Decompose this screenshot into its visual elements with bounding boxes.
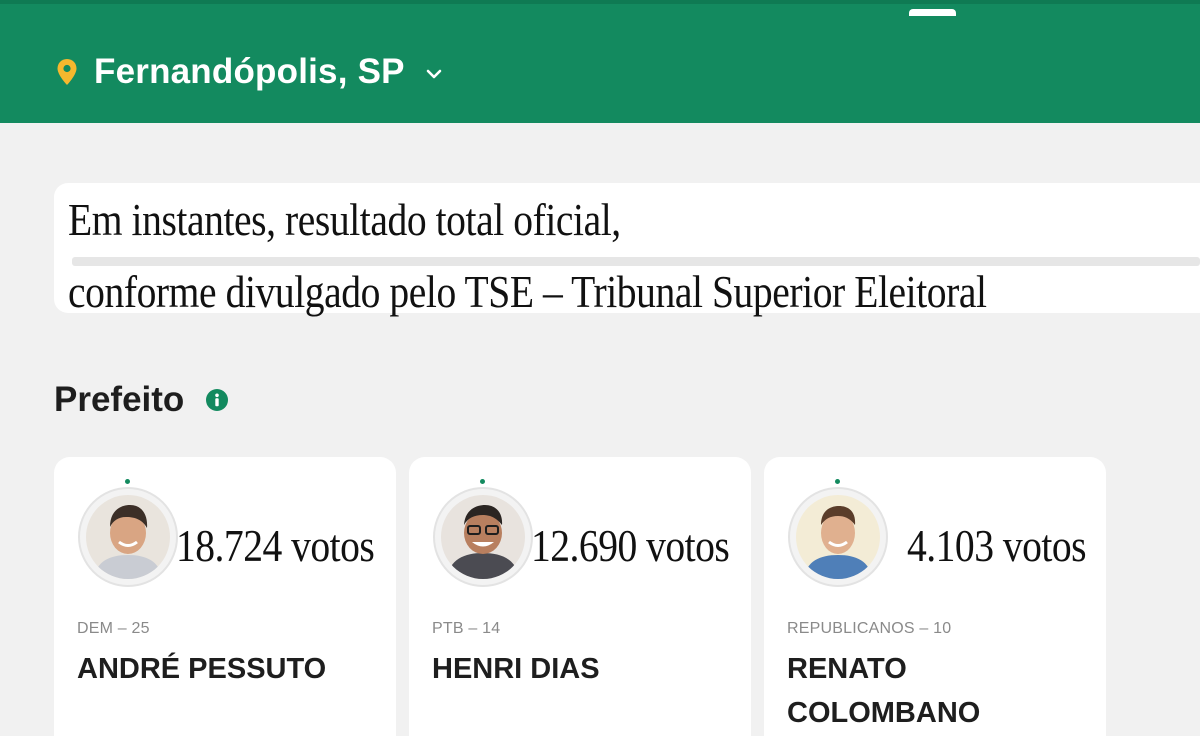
party-label: DEM – 25 xyxy=(77,620,150,637)
status-dot xyxy=(835,479,840,484)
location-name: Fernandópolis, SP xyxy=(94,52,405,91)
status-dot xyxy=(125,479,130,484)
candidate-card[interactable]: 12.690 votos PTB – 14 HENRI DIAS xyxy=(409,457,751,736)
section-header: Prefeito xyxy=(54,380,229,420)
party-label: PTB – 14 xyxy=(432,620,501,637)
location-selector[interactable]: Fernandópolis, SP xyxy=(56,48,443,96)
candidate-photo-image xyxy=(796,495,880,579)
candidate-name: ANDRÉ PESSUTO xyxy=(77,653,327,685)
map-pin-icon xyxy=(57,59,77,85)
candidate-photo-image xyxy=(86,495,170,579)
candidate-card[interactable]: 18.724 votos DEM – 25 ANDRÉ PESSUTO xyxy=(54,457,396,736)
top-bar-tab-indicator xyxy=(909,9,956,16)
candidate-photo xyxy=(788,487,888,587)
notice-line-2: conforme divulgado pelo TSE – Tribunal S… xyxy=(68,266,987,317)
candidate-photo-image xyxy=(441,495,525,579)
candidate-name: HENRI DIAS xyxy=(432,653,600,685)
candidate-name: RENATO COLOMBANO xyxy=(787,653,981,729)
notice-line-1: Em instantes, resultado total oficial, xyxy=(68,194,621,245)
chevron-down-icon[interactable] xyxy=(425,68,443,80)
vote-count: 4.103 votos xyxy=(907,521,1087,571)
top-bar: Fernandópolis, SP xyxy=(0,0,1200,123)
candidate-photo xyxy=(433,487,533,587)
candidate-card[interactable]: 4.103 votos REPUBLICANOS – 10 RENATO COL… xyxy=(764,457,1106,736)
vote-count: 18.724 votos xyxy=(176,521,375,571)
candidate-photo xyxy=(78,487,178,587)
status-dot xyxy=(480,479,485,484)
section-title: Prefeito xyxy=(54,380,185,419)
vote-count: 12.690 votos xyxy=(531,521,730,571)
top-bar-edge xyxy=(0,0,1200,4)
info-icon[interactable] xyxy=(206,389,229,411)
party-label: REPUBLICANOS – 10 xyxy=(787,620,952,637)
